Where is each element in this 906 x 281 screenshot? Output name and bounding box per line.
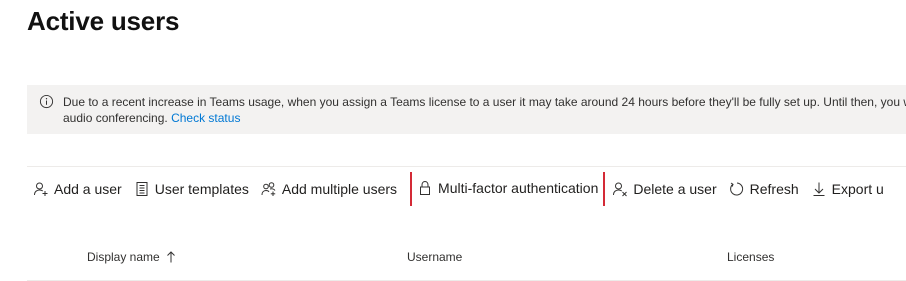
banner-text-line-2-text: audio conferencing.: [63, 111, 172, 125]
add-user-button[interactable]: Add a user: [27, 172, 128, 206]
delete-user-label: Delete a user: [633, 181, 717, 197]
banner-text-line-1: Due to a recent increase in Teams usage,…: [63, 95, 906, 109]
document-list-icon: [136, 182, 148, 196]
command-toolbar: Add a user User templates Add multiple u…: [27, 172, 906, 206]
column-header-licenses-label: Licenses: [727, 250, 775, 264]
check-status-link[interactable]: Check status: [171, 111, 240, 125]
toolbar-divider: [27, 166, 906, 167]
add-people-icon: [261, 182, 276, 196]
download-icon: [813, 182, 825, 196]
delete-user-button[interactable]: Delete a user: [606, 172, 722, 206]
user-templates-label: User templates: [154, 181, 249, 197]
refresh-label: Refresh: [749, 181, 799, 197]
column-header-licenses[interactable]: Licenses: [727, 250, 774, 264]
remove-person-icon: [613, 182, 628, 197]
info-icon: [39, 94, 54, 109]
multi-factor-authentication-button[interactable]: Multi-factor authentication: [410, 172, 606, 206]
add-person-icon: [34, 182, 48, 196]
add-multiple-users-button[interactable]: Add multiple users: [255, 172, 403, 206]
lock-icon: [420, 180, 431, 195]
active-users-page: Active users Due to a recent increase in…: [0, 0, 906, 281]
column-header-display-name-label: Display name: [87, 250, 160, 264]
column-header-username[interactable]: Username: [407, 250, 462, 264]
add-user-label: Add a user: [54, 181, 122, 197]
column-header-username-label: Username: [407, 250, 463, 264]
refresh-button[interactable]: Refresh: [723, 172, 805, 206]
page-title: Active users: [27, 6, 180, 36]
refresh-icon: [729, 182, 743, 196]
banner-text-line-2: audio conferencing. Check status: [63, 110, 906, 126]
multi-factor-authentication-label: Multi-factor authentication: [438, 180, 599, 196]
column-header-display-name[interactable]: Display name: [87, 250, 176, 264]
info-banner: Due to a recent increase in Teams usage,…: [27, 85, 906, 134]
user-templates-button[interactable]: User templates: [128, 172, 255, 206]
export-users-label: Export u: [831, 181, 884, 197]
sort-ascending-icon: [166, 251, 175, 263]
export-users-button[interactable]: Export u: [805, 172, 890, 206]
add-multiple-users-label: Add multiple users: [281, 181, 398, 197]
